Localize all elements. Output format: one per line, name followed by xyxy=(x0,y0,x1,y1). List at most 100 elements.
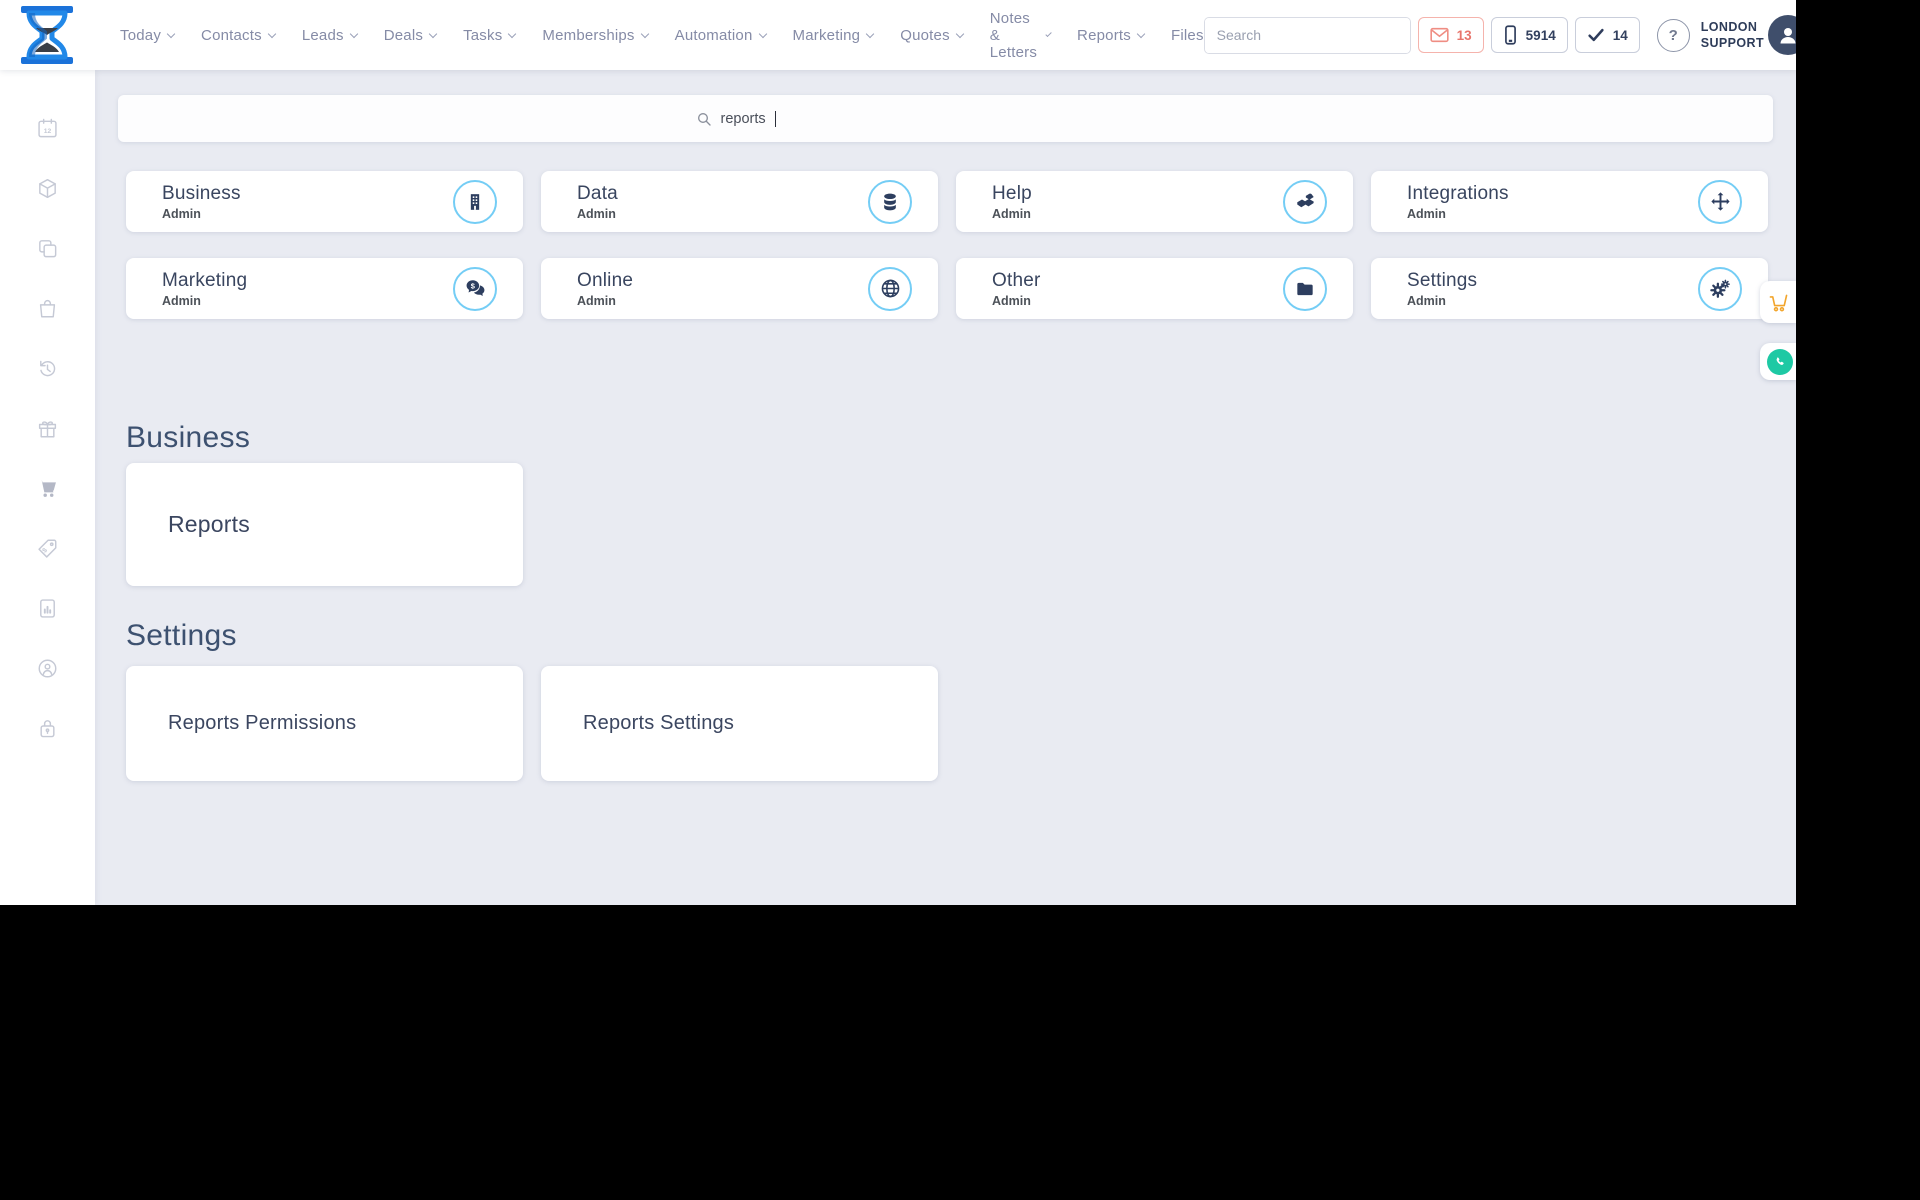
chevron-down-icon xyxy=(758,29,767,38)
logo-hourglass-icon[interactable] xyxy=(20,6,74,64)
mail-icon xyxy=(1430,27,1449,43)
chat-dollar-icon: $ xyxy=(453,266,497,311)
price-tag-icon[interactable]: $ xyxy=(36,537,59,560)
result-card-reports-settings[interactable]: Reports Settings xyxy=(541,666,938,781)
category-card-data[interactable]: Data Admin xyxy=(541,171,938,232)
page-search-value[interactable]: reports xyxy=(721,111,766,127)
calendar-icon[interactable]: 12 xyxy=(36,117,59,140)
person-badge-icon[interactable] xyxy=(36,657,59,680)
gears-icon xyxy=(1698,266,1742,311)
folder-icon xyxy=(1283,266,1327,311)
nav-item-deals[interactable]: Deals xyxy=(383,26,438,44)
database-icon xyxy=(868,179,912,224)
nav-item-contacts[interactable]: Contacts xyxy=(201,26,277,44)
phone-badge[interactable]: 5914 xyxy=(1490,17,1568,53)
nav-item-notes-letters[interactable]: Notes & Letters xyxy=(990,10,1052,61)
category-title: Help xyxy=(992,182,1032,204)
section-heading-business: Business xyxy=(126,421,251,454)
nav-label: Marketing xyxy=(792,26,861,44)
category-title: Data xyxy=(577,182,618,204)
chevron-down-icon xyxy=(1136,29,1146,38)
nav-item-leads[interactable]: Leads xyxy=(302,27,358,44)
topbar-right: 13 5914 14 ? LONDON SUPPORT xyxy=(1203,15,1796,55)
nav-label: Deals xyxy=(383,26,424,44)
mail-badge[interactable]: 13 xyxy=(1417,17,1484,53)
nav-item-reports[interactable]: Reports xyxy=(1077,27,1146,44)
main-nav: Today Contacts Leads Deals Tasks Members… xyxy=(120,10,1204,61)
nav-label: Files xyxy=(1170,26,1204,44)
sidebar: 12 $ xyxy=(0,70,95,905)
category-card-business[interactable]: Business Admin xyxy=(126,171,523,232)
category-subtitle: Admin xyxy=(577,206,616,221)
result-card-reports-permissions[interactable]: Reports Permissions xyxy=(126,666,523,781)
search-button[interactable] xyxy=(1410,18,1411,53)
text-cursor xyxy=(774,110,777,127)
mail-count: 13 xyxy=(1456,27,1472,43)
result-card-reports[interactable]: Reports xyxy=(126,463,523,586)
nav-item-files[interactable]: Files xyxy=(1171,27,1204,44)
move-arrows-icon xyxy=(1698,179,1742,224)
category-card-other[interactable]: Other Admin xyxy=(956,258,1353,319)
nav-item-marketing[interactable]: Marketing xyxy=(792,26,875,44)
topbar: Today Contacts Leads Deals Tasks Members… xyxy=(0,0,1796,70)
result-label: Reports Settings xyxy=(583,712,735,734)
nav-item-automation[interactable]: Automation xyxy=(674,26,767,44)
search-input[interactable] xyxy=(1204,17,1410,53)
chevron-down-icon xyxy=(349,29,358,38)
chevron-down-icon xyxy=(508,29,517,38)
category-subtitle: Admin xyxy=(992,293,1031,308)
search-icon xyxy=(697,112,711,126)
category-title: Other xyxy=(992,269,1041,291)
tasks-count: 14 xyxy=(1612,27,1628,43)
category-card-integrations[interactable]: Integrations Admin xyxy=(1371,171,1768,232)
user-icon xyxy=(1780,28,1796,44)
cart-edge-button[interactable] xyxy=(1760,281,1796,323)
section-heading-settings: Settings xyxy=(126,619,237,652)
category-subtitle: Admin xyxy=(1407,206,1446,221)
cart-icon[interactable] xyxy=(36,477,59,500)
category-subtitle: Admin xyxy=(162,206,201,221)
nav-label: Contacts xyxy=(201,26,262,44)
help-button[interactable]: ? xyxy=(1656,18,1690,52)
category-subtitle: Admin xyxy=(162,293,201,308)
category-card-marketing[interactable]: Marketing Admin $ xyxy=(126,258,523,319)
chevron-down-icon xyxy=(267,29,277,38)
question-mark-icon: ? xyxy=(1668,26,1678,44)
main-content: reports Business Admin Data Admin Help A… xyxy=(95,70,1796,905)
nav-item-today[interactable]: Today xyxy=(120,26,176,44)
shopping-bag-icon[interactable] xyxy=(36,297,59,320)
category-card-online[interactable]: Online Admin xyxy=(541,258,938,319)
cube-icon[interactable] xyxy=(36,177,59,200)
history-icon[interactable] xyxy=(36,357,59,380)
category-card-help[interactable]: Help Admin xyxy=(956,171,1353,232)
chevron-down-icon xyxy=(1045,30,1052,37)
category-title: Integrations xyxy=(1407,182,1509,204)
cart-icon xyxy=(1769,294,1788,311)
chevron-down-icon xyxy=(865,29,875,38)
nav-item-memberships[interactable]: Memberships xyxy=(542,26,649,44)
app-window: Today Contacts Leads Deals Tasks Members… xyxy=(0,0,1796,905)
nav-label: Automation xyxy=(674,26,753,44)
category-grid: Business Admin Data Admin Help Admin Int… xyxy=(126,171,1796,319)
copy-icon[interactable] xyxy=(36,237,59,260)
report-document-icon[interactable] xyxy=(36,597,59,620)
account-line1: LONDON xyxy=(1700,19,1758,34)
account-line2: SUPPORT xyxy=(1700,36,1764,50)
nav-item-tasks[interactable]: Tasks xyxy=(463,26,517,44)
category-card-settings[interactable]: Settings Admin xyxy=(1371,258,1768,319)
nav-item-quotes[interactable]: Quotes xyxy=(900,27,965,44)
nav-label: Memberships xyxy=(542,26,635,44)
category-title: Business xyxy=(162,182,241,204)
avatar[interactable] xyxy=(1767,15,1796,55)
nav-label: Tasks xyxy=(463,26,503,44)
result-label: Reports xyxy=(168,511,250,537)
page-search-bar[interactable]: reports xyxy=(118,95,1773,142)
tasks-badge[interactable]: 14 xyxy=(1574,17,1640,53)
lock-icon[interactable] xyxy=(36,717,59,740)
mobile-phone-icon xyxy=(1504,25,1516,45)
nav-label: Today xyxy=(120,26,162,44)
whatsapp-edge-button[interactable] xyxy=(1760,343,1796,380)
gift-icon[interactable] xyxy=(36,417,59,440)
settings-items-row: Reports Permissions Reports Settings xyxy=(126,653,1796,781)
topbar-search xyxy=(1203,16,1411,54)
